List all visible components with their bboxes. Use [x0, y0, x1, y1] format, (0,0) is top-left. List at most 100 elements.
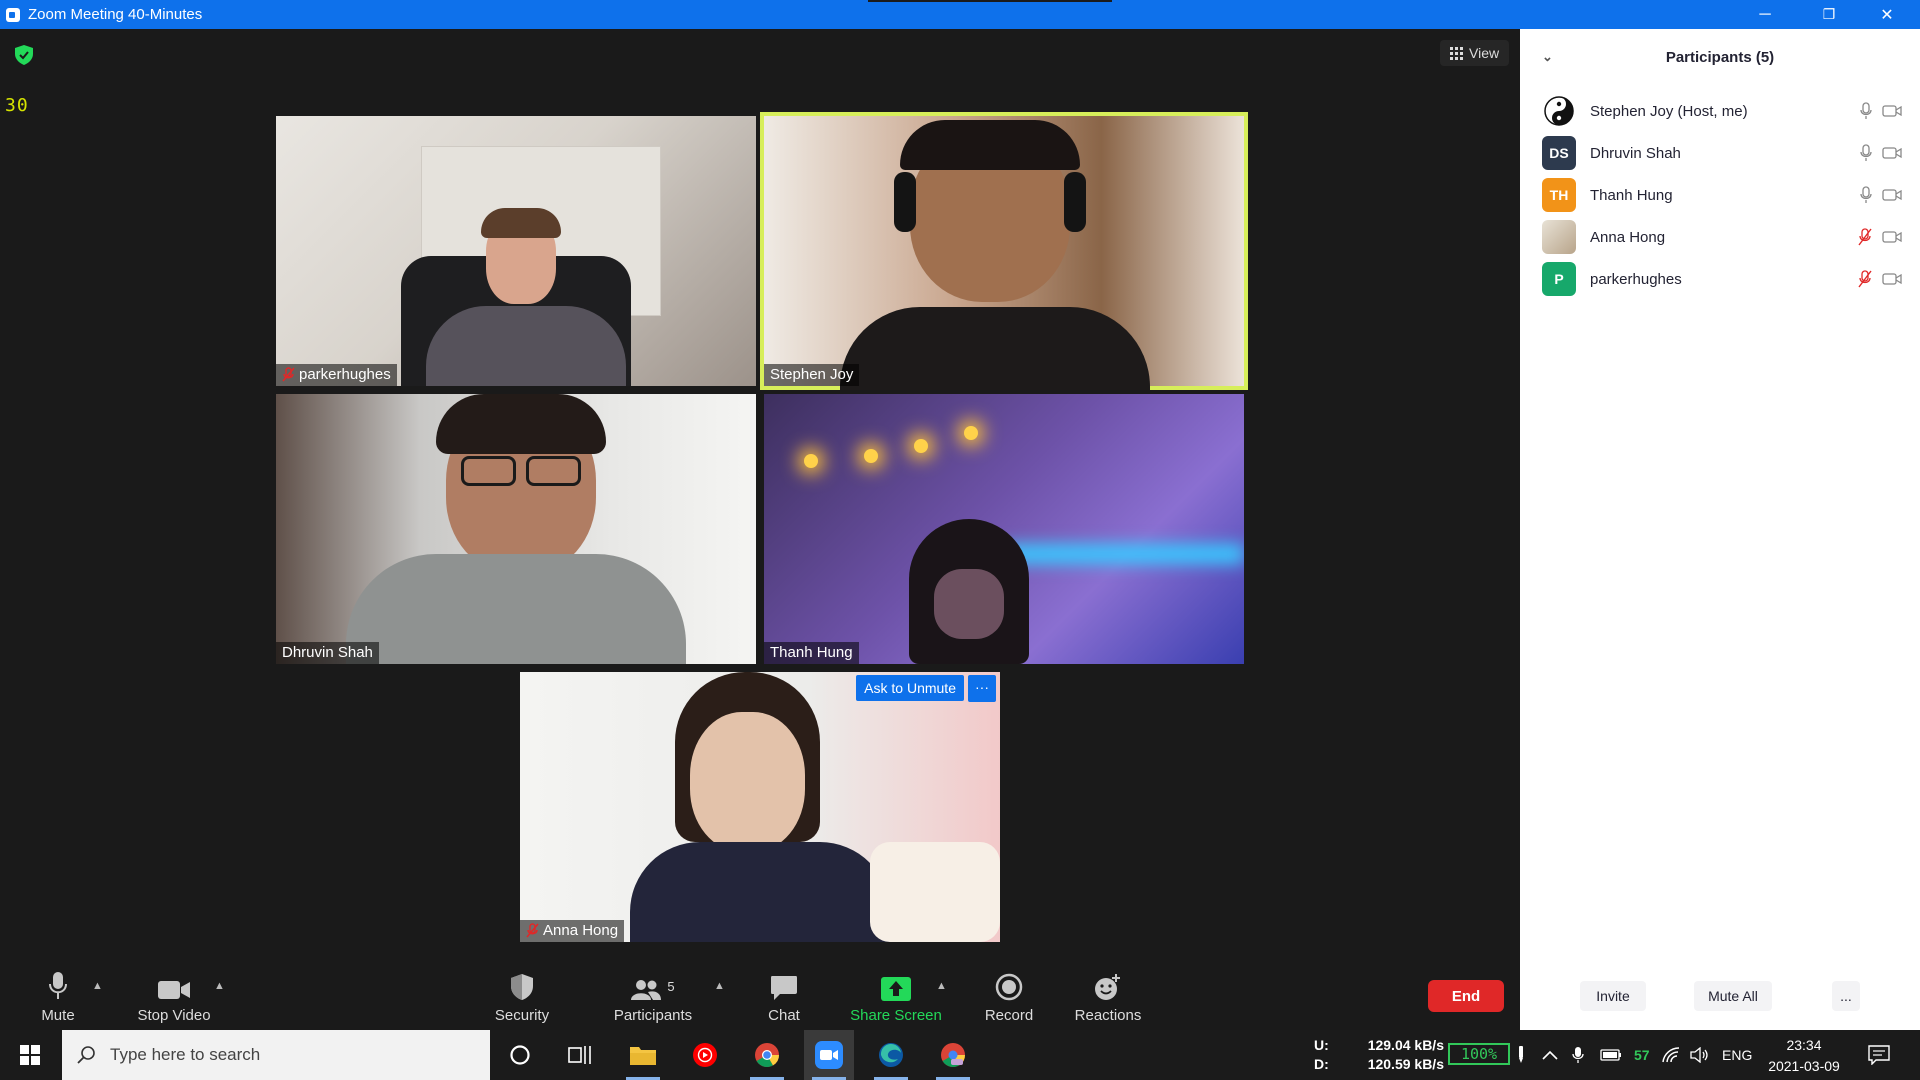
security-label: Security: [494, 1007, 550, 1024]
video-options-caret[interactable]: ▲: [214, 980, 225, 992]
encryption-shield-icon[interactable]: [15, 45, 33, 65]
notifications-icon[interactable]: [1868, 1030, 1890, 1080]
file-explorer-app[interactable]: [618, 1030, 668, 1080]
tray-counter[interactable]: 57: [1634, 1030, 1650, 1080]
video-tile[interactable]: parkerhughes: [276, 116, 756, 386]
chat-label: Chat: [768, 1007, 800, 1024]
audio-options-caret[interactable]: ▲: [92, 980, 103, 992]
reactions-button[interactable]: Reactions: [1070, 966, 1146, 1030]
share-options-caret[interactable]: ▲: [936, 980, 947, 992]
video-tile[interactable]: Ask to Unmute ··· Anna Hong: [520, 672, 1000, 942]
view-label: View: [1469, 45, 1500, 61]
headphone-left: [894, 172, 916, 232]
chrome-profile-app[interactable]: [928, 1030, 978, 1080]
restore-button[interactable]: ❐: [1800, 0, 1858, 29]
edge-icon: [879, 1043, 903, 1067]
drag-handle[interactable]: [868, 0, 1112, 2]
participants-icon: [631, 980, 662, 1000]
microphone-icon[interactable]: [1860, 102, 1872, 120]
volume-icon[interactable]: [1690, 1030, 1710, 1080]
participant-row[interactable]: TH Thanh Hung: [1542, 175, 1902, 215]
participant-sweater: [630, 842, 890, 942]
record-button[interactable]: Record: [976, 966, 1042, 1030]
avatar: DS: [1542, 136, 1576, 170]
zoom-icon: [815, 1041, 843, 1069]
participant-name: Thanh Hung: [1590, 186, 1673, 204]
chrome-app[interactable]: [742, 1030, 792, 1080]
participant-row[interactable]: Anna Hong: [1542, 217, 1902, 257]
edge-app[interactable]: [866, 1030, 916, 1080]
video-camera-icon[interactable]: [1882, 104, 1902, 118]
video-tile[interactable]: Thanh Hung: [764, 394, 1244, 664]
show-hidden-icons-chevron-icon[interactable]: [1542, 1030, 1558, 1080]
wifi-icon[interactable]: [1662, 1030, 1680, 1080]
tile-nametag: Stephen Joy: [764, 364, 860, 386]
video-tile-active-speaker[interactable]: Stephen Joy: [760, 112, 1248, 390]
fairy-light: [964, 426, 978, 440]
collapse-chevron-icon[interactable]: ⌄: [1542, 49, 1553, 65]
battery-percentage[interactable]: 100%: [1448, 1043, 1510, 1065]
meeting-stage: 30 View parkerhughes Stephen Joy Dhruvin…: [0, 29, 1520, 966]
youtube-music-app[interactable]: [680, 1030, 730, 1080]
pen-icon[interactable]: [1516, 1030, 1526, 1080]
mute-button[interactable]: Mute: [24, 966, 92, 1030]
share-screen-icon: [881, 977, 911, 1001]
mute-all-button[interactable]: Mute All: [1694, 981, 1772, 1011]
title-bar: Zoom Meeting 40-Minutes ─ ❐ ✕: [0, 0, 1920, 29]
record-icon: [995, 973, 1023, 1001]
folder-icon: [630, 1047, 656, 1065]
muted-microphone-icon[interactable]: [1858, 270, 1872, 288]
download-speed: 120.59 kB/s: [1367, 1056, 1444, 1072]
muted-mic-icon: [282, 367, 295, 382]
zoom-app[interactable]: [804, 1030, 854, 1080]
participants-button[interactable]: 5 Participants: [608, 966, 698, 1030]
participant-row[interactable]: Stephen Joy (Host, me): [1542, 91, 1902, 131]
participants-label: Participants: [613, 1007, 693, 1024]
cortana-button[interactable]: [495, 1030, 545, 1080]
close-button[interactable]: ✕: [1858, 0, 1916, 29]
video-tile[interactable]: Dhruvin Shah: [276, 394, 756, 664]
video-camera-icon[interactable]: [1882, 188, 1902, 202]
battery-icon[interactable]: [1600, 1030, 1622, 1080]
smiley-plus-icon: [1095, 974, 1120, 1000]
microphone-in-use-icon[interactable]: [1572, 1030, 1584, 1080]
video-camera-icon[interactable]: [1882, 146, 1902, 160]
participants-options-caret[interactable]: ▲: [714, 980, 725, 992]
tile-more-options-button[interactable]: ···: [968, 675, 996, 702]
participant-name: Stephen Joy (Host, me): [1590, 102, 1748, 120]
video-camera-icon[interactable]: [1882, 230, 1902, 244]
chat-button[interactable]: Chat: [754, 966, 814, 1030]
grid-icon: [1450, 46, 1463, 60]
panel-more-button[interactable]: ...: [1832, 981, 1860, 1011]
cortana-circle-icon: [510, 1045, 530, 1065]
share-screen-button[interactable]: Share Screen: [846, 966, 946, 1030]
participants-panel: ⌄ Participants (5) Stephen Joy (Host, me…: [1520, 29, 1920, 1030]
security-button[interactable]: Security: [482, 966, 562, 1030]
minimize-button[interactable]: ─: [1736, 0, 1794, 29]
muted-microphone-icon[interactable]: [1858, 228, 1872, 246]
invite-button[interactable]: Invite: [1580, 981, 1646, 1011]
fairy-light: [864, 449, 878, 463]
microphone-icon[interactable]: [1860, 186, 1872, 204]
avatar-photo: [1542, 220, 1576, 254]
video-camera-icon[interactable]: [1882, 272, 1902, 286]
view-button[interactable]: View: [1440, 40, 1510, 66]
end-meeting-button[interactable]: End: [1428, 980, 1504, 1012]
tile-nametag: parkerhughes: [276, 364, 397, 386]
task-view-button[interactable]: [555, 1030, 605, 1080]
participant-row[interactable]: DS Dhruvin Shah: [1542, 133, 1902, 173]
participant-row[interactable]: P parkerhughes: [1542, 259, 1902, 299]
taskbar-search-box[interactable]: Type here to search: [62, 1030, 490, 1080]
muted-mic-icon: [526, 923, 539, 938]
microphone-icon[interactable]: [1860, 144, 1872, 162]
system-clock[interactable]: 23:34 2021-03-09: [1752, 1035, 1856, 1077]
participant-shirt: [840, 307, 1150, 390]
network-speed-labels: U: D:: [1314, 1036, 1340, 1074]
meeting-toolbar: Mute ▲ Stop Video ▲ Security 5 Participa…: [0, 966, 1520, 1030]
stop-video-button[interactable]: Stop Video: [130, 966, 218, 1030]
ask-to-unmute-button[interactable]: Ask to Unmute: [856, 675, 964, 701]
fps-counter: 30: [5, 95, 29, 116]
stop-video-label: Stop Video: [137, 1007, 211, 1024]
start-button[interactable]: [5, 1030, 55, 1080]
input-language[interactable]: ENG: [1722, 1030, 1752, 1080]
